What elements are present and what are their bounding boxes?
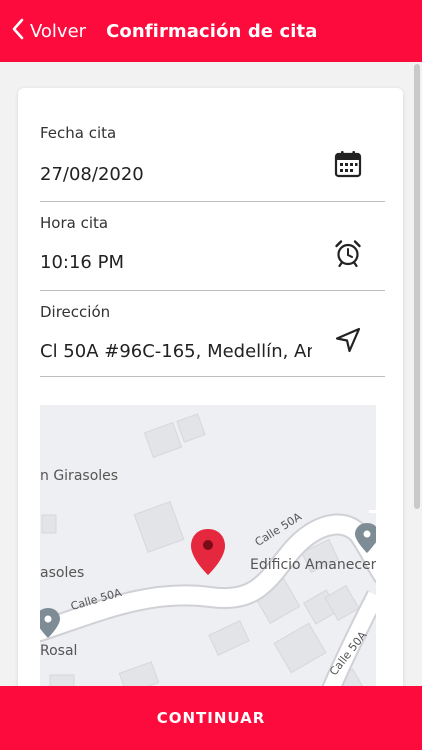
map-graphic — [40, 413, 376, 705]
page-title: Confirmación de cita — [106, 20, 318, 42]
date-label: Fecha cita — [40, 124, 117, 142]
address-label: Dirección — [40, 303, 111, 321]
navigation-arrow-icon[interactable] — [333, 325, 363, 355]
chevron-left-icon — [10, 17, 26, 45]
date-value[interactable]: 27/08/2020 — [40, 164, 312, 185]
address-value[interactable]: Cl 50A #96C-165, Medellín, Antioquia — [40, 341, 312, 362]
appointment-confirmation-screen: Volver Confirmación de cita Fecha cita 2… — [0, 0, 422, 750]
scrollbar[interactable] — [414, 64, 420, 509]
back-button[interactable]: Volver — [10, 17, 86, 45]
location-pin-icon — [191, 529, 225, 575]
time-value[interactable]: 10:16 PM — [40, 252, 312, 273]
continue-button[interactable]: CONTINUAR — [0, 686, 422, 750]
map-place-label: Rosal — [40, 643, 78, 659]
header-bar: Volver Confirmación de cita — [0, 0, 422, 62]
date-field[interactable]: Fecha cita 27/08/2020 — [40, 122, 385, 202]
alarm-clock-icon[interactable] — [333, 238, 363, 268]
appointment-card: Fecha cita 27/08/2020 Hora cita 10:16 PM — [18, 88, 403, 728]
map-place-label: Edificio Amanecer — [250, 557, 376, 573]
address-field[interactable]: Dirección Cl 50A #96C-165, Medellín, Ant… — [40, 301, 385, 377]
calendar-icon[interactable] — [333, 149, 363, 179]
back-label: Volver — [30, 20, 87, 42]
time-label: Hora cita — [40, 214, 109, 232]
location-map[interactable]: n Girasoles Edificio Amanecer asoles Ros… — [40, 405, 376, 705]
map-place-label: n Girasoles — [40, 468, 119, 484]
map-place-label: asoles — [40, 565, 85, 581]
time-field[interactable]: Hora cita 10:16 PM — [40, 212, 385, 291]
